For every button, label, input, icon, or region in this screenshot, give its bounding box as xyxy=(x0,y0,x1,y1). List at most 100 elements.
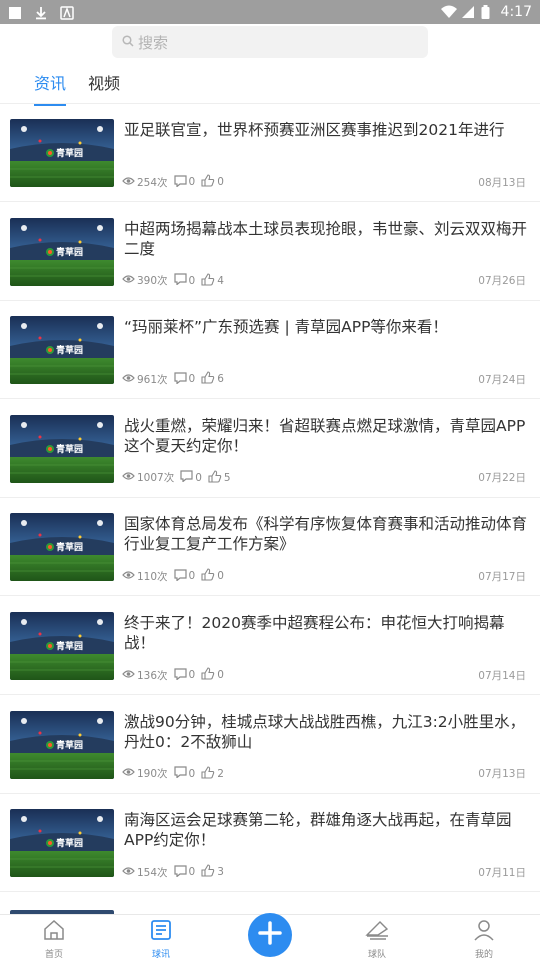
list-item[interactable]: 青草园 战火重燃，荣耀归来！省超联赛点燃足球激情，青草园APP这个夏天约定你！ 10… xyxy=(0,400,540,498)
article-meta: 110次 0 0 07月17日 xyxy=(122,568,526,584)
like-icon[interactable] xyxy=(208,470,222,486)
list-item[interactable]: 青草园 激战90分钟，桂城点球大战战胜西樵，九江3:2小胜里水，丹灶0：2不敌狮山… xyxy=(0,696,540,794)
views-icon xyxy=(122,767,135,780)
article-meta: 961次 0 6 07月24日 xyxy=(122,371,526,387)
article-title: “玛丽莱杯”广东预选赛 | 青草园APP等你来看！ xyxy=(124,318,448,337)
like-icon[interactable] xyxy=(201,766,215,782)
list-item[interactable]: 青草园 国家体育总局发布《科学有序恢复体育赛事和活动推动体育行业复工复产工作方案》… xyxy=(0,498,540,597)
like-icon[interactable] xyxy=(201,371,215,387)
list-item[interactable]: 青草园 中超两场揭幕战本土球员表现抢眼，韦世豪、刘云双双梅开二度 390次 0 4 07月… xyxy=(0,203,540,301)
thumbnail-logo-text: 青草园 xyxy=(56,247,84,258)
list-item[interactable]: 青草园 终于来了！2020赛季中超赛程公布：申花恒大打响揭幕战！ 136次 0 0 07月… xyxy=(0,597,540,695)
article-title: 中超两场揭幕战本土球员表现抢眼，韦世豪、刘云双双梅开二度 xyxy=(124,219,528,258)
article-meta: 1007次 0 5 07月22日 xyxy=(122,470,526,486)
article-date: 07月26日 xyxy=(478,275,526,288)
list-item[interactable]: 青草园 南海区运会足球赛第二轮，群雄角逐大战再起，在青草园APP约定你！ 154次 0… xyxy=(0,794,540,893)
article-title: 终于来了！2020赛季中超赛程公布：申花恒大打响揭幕战！ xyxy=(124,614,505,652)
comment-icon[interactable] xyxy=(173,372,187,387)
status-bar: 4:17 xyxy=(0,0,540,24)
views-count: 961次 xyxy=(137,373,168,386)
wifi-icon xyxy=(440,5,457,19)
comment-count: 0 xyxy=(188,866,196,879)
tab-home-label: 首页 xyxy=(44,950,63,960)
article-meta: 154次 0 3 07月11日 xyxy=(122,864,526,880)
search-input[interactable]: 搜索 xyxy=(112,26,428,58)
like-icon[interactable] xyxy=(201,568,215,584)
views-count: 190次 xyxy=(137,768,168,781)
views-count: 154次 xyxy=(137,866,168,879)
tab-qiuxun-label: 球讯 xyxy=(151,950,170,960)
signal-icon xyxy=(461,5,475,19)
like-count: 0 xyxy=(217,176,224,188)
home-icon xyxy=(42,919,66,944)
article-date: 08月13日 xyxy=(478,176,526,189)
views-icon xyxy=(122,274,135,287)
thumbnail-logo-text: 青草园 xyxy=(56,346,84,357)
thumbnail-logo-text: 青草园 xyxy=(56,740,84,751)
like-count: 6 xyxy=(217,373,224,386)
profile-icon xyxy=(473,919,495,944)
comment-icon[interactable] xyxy=(173,569,187,584)
views-icon xyxy=(122,176,135,189)
battery-icon xyxy=(481,5,495,19)
thumbnail-logo-text: 青草园 xyxy=(56,839,84,850)
comment-icon[interactable] xyxy=(173,667,187,683)
tab-team[interactable]: 球队 xyxy=(347,919,407,960)
like-count: 5 xyxy=(223,471,231,484)
comment-icon[interactable] xyxy=(180,470,193,485)
tab-qiuxun[interactable]: 球讯 xyxy=(131,919,191,960)
tab-profile-label: 我的 xyxy=(474,950,493,960)
article-title: 战火重燃，荣耀归来！省超联赛点燃足球激情，青草园APP这个夏天约定你！ xyxy=(124,416,526,455)
comment-icon[interactable] xyxy=(173,766,187,781)
article-thumbnail: 青草园 xyxy=(10,513,114,582)
download-icon xyxy=(34,5,48,20)
article-thumbnail: 青草园 xyxy=(10,809,114,878)
tab-news[interactable]: 资讯 xyxy=(34,70,67,106)
thumbnail-logo-text: 青草园 xyxy=(56,642,84,652)
search-placeholder: 搜索 xyxy=(138,33,169,52)
search-icon xyxy=(122,33,134,51)
article-title: 南海区运会足球赛第二轮，群雄角逐大战再起，在青草园APP约定你！ xyxy=(124,811,512,850)
like-icon[interactable] xyxy=(201,273,215,289)
article-title: 激战90分钟，桂城点球大战战胜西樵，九江3:2小胜里水，丹灶0：2不敌狮山 xyxy=(124,712,526,751)
like-count: 0 xyxy=(217,570,224,583)
like-icon[interactable] xyxy=(201,174,215,190)
comment-icon[interactable] xyxy=(173,865,187,880)
article-thumbnail: 青草园 xyxy=(10,612,114,680)
comment-icon[interactable] xyxy=(173,273,187,288)
article-date: 07月13日 xyxy=(478,768,526,781)
plus-icon xyxy=(257,920,283,950)
views-count: 1007次 xyxy=(137,472,175,485)
thumbnail-logo-text: 青草园 xyxy=(56,444,84,455)
tab-team-label: 球队 xyxy=(367,950,386,960)
thumbnail-logo-text: 青草园 xyxy=(56,149,84,159)
article-title: 亚足联官宣，世界杯预赛亚洲区赛事推迟到2021年进行 xyxy=(124,121,505,139)
article-meta: 190次 0 2 07月13日 xyxy=(122,766,526,782)
article-thumbnail: 青草园 xyxy=(10,217,114,286)
like-icon[interactable] xyxy=(201,864,215,880)
article-thumbnail: 青草园 xyxy=(10,414,114,483)
views-count: 390次 xyxy=(137,275,168,288)
views-count: 110次 xyxy=(137,570,168,583)
comment-icon[interactable] xyxy=(173,174,187,190)
article-meta: 254次 0 0 08月13日 xyxy=(122,174,526,190)
article-meta: 136次 0 0 07月14日 xyxy=(122,667,526,683)
comment-count: 0 xyxy=(188,669,196,681)
views-count: 254次 xyxy=(137,176,168,189)
views-icon xyxy=(122,471,135,484)
search-bar: 搜索 xyxy=(0,26,540,60)
tab-profile[interactable]: 我的 xyxy=(454,919,514,960)
article-meta: 390次 0 4 07月26日 xyxy=(122,273,526,289)
like-count: 3 xyxy=(217,866,224,879)
app-notification-icon xyxy=(60,5,74,20)
list-item[interactable]: 青草园 亚足联官宣，世界杯预赛亚洲区赛事推迟到2021年进行 254次 0 0 08月13… xyxy=(0,104,540,202)
tab-video[interactable]: 视频 xyxy=(88,70,120,94)
like-icon[interactable] xyxy=(201,667,215,683)
article-date: 07月22日 xyxy=(478,472,526,485)
article-date: 07月24日 xyxy=(478,373,526,386)
list-item[interactable]: 青草园 “玛丽莱杯”广东预选赛 | 青草园APP等你来看！ 961次 0 6 07月24日 xyxy=(0,301,540,400)
add-button[interactable] xyxy=(248,913,292,957)
article-title: 国家体育总局发布《科学有序恢复体育赛事和活动推动体育行业复工复产工作方案》 xyxy=(124,515,528,554)
tab-home[interactable]: 首页 xyxy=(24,919,84,960)
views-count: 136次 xyxy=(137,669,168,682)
